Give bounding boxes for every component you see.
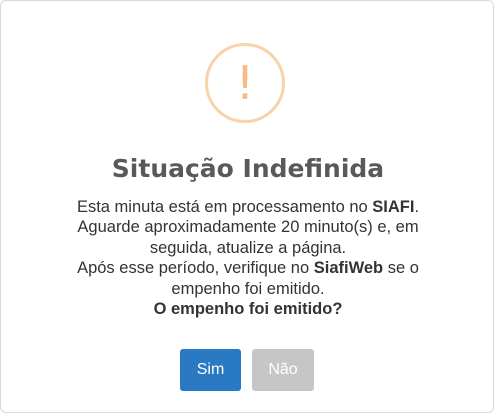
situation-dialog: ! Situação Indefinida Esta minuta está e… [0,0,494,413]
message-line3-text: Após esse período, verifique no [77,259,314,278]
message-line3-bold: SiafiWeb [313,259,384,278]
exclamation-icon: ! [235,56,255,110]
message-line2: Aguarde aproximadamente 20 minuto(s) e, … [77,218,419,257]
dialog-title: Situação Indefinida [111,154,385,183]
message-line1-end: . [414,198,420,216]
message-question: O empenho foi emitido? [153,300,343,319]
message-line1-text: Esta minuta está em processamento no [76,198,373,216]
message-line1-bold: SIAFI [372,198,415,216]
dialog-message: Esta minuta está em processamento no SIA… [48,197,448,319]
confirm-no-button[interactable]: Não [252,349,314,391]
warning-icon: ! [205,43,285,123]
confirm-yes-button[interactable]: Sim [180,349,241,391]
